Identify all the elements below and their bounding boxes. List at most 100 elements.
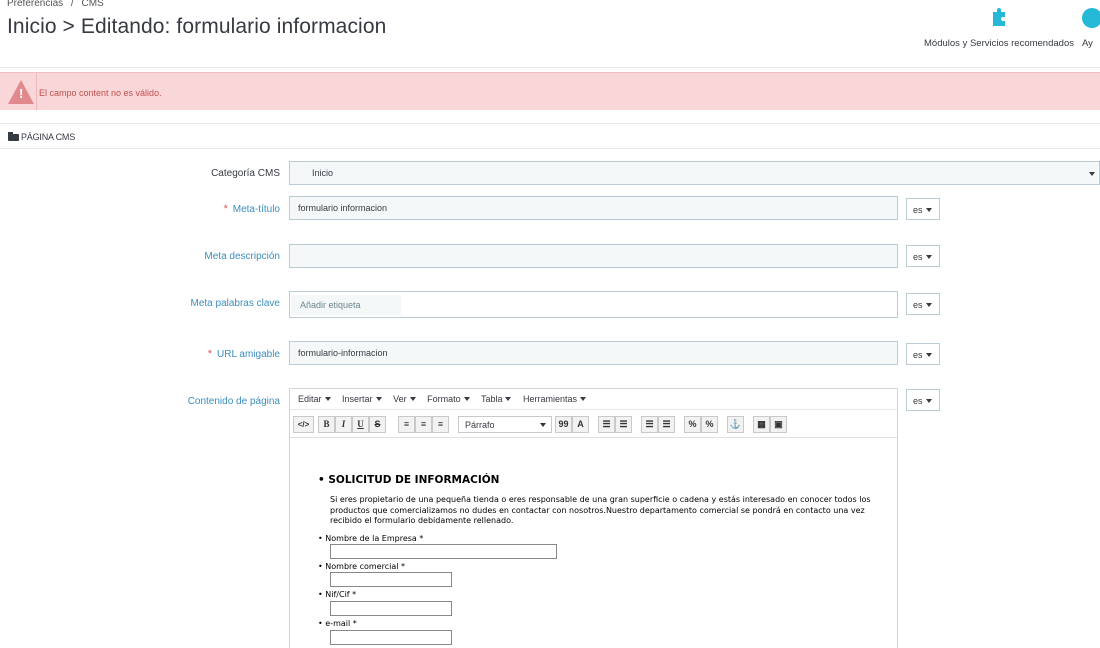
menu-label: Herramientas (522, 394, 578, 404)
contenido-lang-dropdown[interactable]: es (906, 389, 940, 411)
source-code-button[interactable]: </> (293, 416, 314, 433)
menu-editar[interactable]: Editar (298, 394, 331, 404)
italic-button[interactable]: I (335, 416, 352, 433)
text-color-button[interactable]: A (572, 416, 589, 433)
caret-down-icon (925, 255, 932, 259)
meta-titulo-input[interactable]: formulario informacion (289, 196, 898, 220)
email-input[interactable] (330, 630, 452, 645)
caret-down-icon (540, 423, 546, 427)
caret-down-icon (925, 399, 932, 403)
meta-titulo-label-text: Meta-título (232, 204, 280, 215)
meta-palabras-tag-field[interactable]: Añadir etiqueta (289, 291, 898, 318)
content-paragraph: Si eres propietario de una pequeña tiend… (330, 495, 871, 525)
menu-herramientas[interactable]: Herramientas (522, 394, 587, 404)
meta-palabras-lang-dropdown[interactable]: es (906, 293, 940, 315)
align-right-button[interactable]: ≡ (432, 416, 449, 433)
chevron-down-icon (1089, 172, 1095, 176)
panel-title: PÁGINA CMS (21, 132, 76, 142)
caret-down-icon (580, 397, 587, 401)
nif-input[interactable] (330, 601, 452, 616)
recommended-modules-label: Módulos y Servicios recomendados (924, 38, 1074, 49)
bullet-list-button[interactable]: ☰ (598, 416, 615, 433)
caret-down-icon (925, 353, 932, 357)
menu-label: Editar (298, 394, 322, 404)
align-center-button[interactable]: ≡ (415, 416, 432, 433)
editor-content-area[interactable]: • SOLICITUD DE INFORMACIÓN Si eres propi… (290, 437, 897, 648)
help-icon (1082, 8, 1100, 28)
recommended-modules-button[interactable]: Módulos y Servicios recomendados (919, 8, 1079, 49)
menu-label: Tabla (480, 394, 503, 404)
url-amigable-lang-dropdown[interactable]: es (906, 343, 940, 365)
alert-message: El campo content no es válido. (39, 88, 162, 98)
contenido-label: Contenido de página (187, 396, 280, 407)
url-amigable-input[interactable]: formulario-informacion (289, 341, 898, 365)
company-name-input[interactable] (330, 544, 557, 559)
help-button[interactable]: Ay (1082, 8, 1100, 49)
format-select-value: Párrafo (465, 420, 495, 430)
meta-titulo-label: * Meta-título (223, 203, 280, 215)
menu-label: Ver (393, 394, 407, 404)
content-list-item: • Nombre de la Empresa * (318, 534, 424, 543)
categoria-select[interactable]: Inicio (289, 161, 1100, 185)
categoria-label: Categoría CMS (211, 168, 280, 179)
required-asterisk: * (207, 348, 212, 360)
unlink-button[interactable]: % (701, 416, 718, 433)
content-heading-text: SOLICITUD DE INFORMACIÓN (328, 474, 500, 486)
content-list-item: • e-mail * (318, 619, 357, 628)
caret-down-icon (925, 303, 932, 307)
indent-button[interactable]: ☰ (658, 416, 675, 433)
format-select[interactable]: Párrafo (458, 416, 552, 433)
bold-button[interactable]: B (318, 416, 335, 433)
page-title: Inicio > Editando: formulario informacio… (7, 15, 387, 38)
underline-button[interactable]: U (352, 416, 369, 433)
menu-formato[interactable]: Formato (427, 394, 470, 404)
caret-down-icon (925, 208, 932, 212)
meta-palabras-label: Meta palabras clave (190, 298, 281, 309)
warning-mark: ! (19, 86, 24, 101)
strikethrough-button[interactable]: S (369, 416, 386, 433)
align-left-button[interactable]: ≡ (398, 416, 415, 433)
media-button[interactable]: ▦ (753, 416, 770, 433)
caret-down-icon (505, 397, 512, 401)
meta-descripcion-input[interactable] (289, 244, 898, 268)
breadcrumb-cms[interactable]: CMS (81, 0, 103, 9)
menu-label: Formato (427, 394, 461, 404)
content-list-item: • Nombre comercial * (318, 562, 406, 571)
puzzle-icon (990, 8, 1008, 28)
menu-label: Insertar (342, 394, 373, 404)
field-label: e-mail * (325, 619, 357, 628)
caret-down-icon (463, 397, 470, 401)
blockquote-button[interactable]: 99 (555, 416, 572, 433)
editor-menubar: Editar Insertar Ver Formato Tabla Herram… (290, 389, 897, 410)
url-amigable-label: * URL amigable (208, 348, 280, 360)
menu-tabla[interactable]: Tabla (481, 394, 512, 404)
link-button[interactable]: % (684, 416, 701, 433)
trade-name-input[interactable] (330, 572, 452, 587)
field-label: Nombre de la Empresa * (325, 534, 424, 543)
content-list-item: • Nif/Cif * (318, 590, 357, 599)
menu-insertar[interactable]: Insertar (342, 394, 382, 404)
header-divider (0, 67, 1100, 68)
caret-down-icon (409, 397, 416, 401)
add-tag-input[interactable]: Añadir etiqueta (291, 295, 401, 315)
image-button[interactable]: ▣ (770, 416, 787, 433)
breadcrumb-preferencias[interactable]: Preferencias (7, 0, 63, 9)
menu-ver[interactable]: Ver (393, 394, 416, 404)
field-label: Nombre comercial * (325, 562, 406, 571)
lang-label: es (913, 252, 923, 262)
outdent-button[interactable]: ☰ (641, 416, 658, 433)
help-label: Ay (1082, 38, 1093, 49)
categoria-value: Inicio (312, 168, 334, 178)
url-amigable-label-text: URL amigable (217, 349, 280, 360)
meta-descripcion-lang-dropdown[interactable]: es (906, 245, 940, 267)
lang-label: es (913, 205, 923, 215)
caret-down-icon (375, 397, 382, 401)
content-heading: • SOLICITUD DE INFORMACIÓN (318, 474, 500, 486)
folder-icon (8, 132, 19, 141)
numbered-list-button[interactable]: ☰ (615, 416, 632, 433)
breadcrumb: Preferencias / CMS (7, 0, 109, 9)
caret-down-icon (324, 397, 331, 401)
meta-titulo-lang-dropdown[interactable]: es (906, 198, 940, 220)
error-alert: ! El campo content no es válido. (0, 72, 1100, 110)
anchor-button[interactable]: ⚓ (727, 416, 744, 433)
